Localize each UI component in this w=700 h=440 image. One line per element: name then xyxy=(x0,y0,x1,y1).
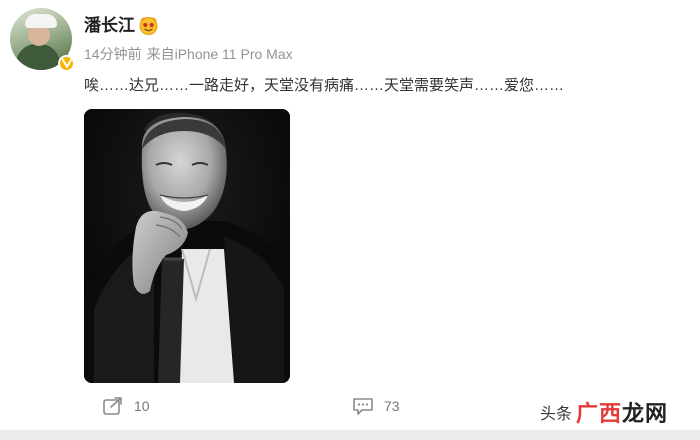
verified-badge-icon xyxy=(58,55,75,72)
post-text: 唉……达兄……一路走好，天堂没有病痛……天堂需要笑声……爱您…… xyxy=(84,77,565,94)
watermark: 头条 广西龙网 xyxy=(540,402,668,427)
source-prefix: 来自 xyxy=(146,46,175,62)
comment-count: 73 xyxy=(384,398,400,414)
repost-button[interactable]: 10 xyxy=(102,396,150,416)
share-icon xyxy=(103,397,122,415)
watermark-brand-red: 广西 xyxy=(576,401,623,426)
comment-button[interactable]: 73 xyxy=(352,396,400,416)
author-avatar[interactable] xyxy=(10,8,75,72)
post-meta: 14分钟前 来自iPhone 11 Pro Max xyxy=(84,46,293,62)
repost-count: 10 xyxy=(134,398,150,414)
post-time[interactable]: 14分钟前 xyxy=(84,46,142,62)
watermark-source: 头条 xyxy=(540,406,573,423)
portrait-image xyxy=(84,109,290,383)
watermark-brand-black: 龙网 xyxy=(622,401,669,426)
author-name[interactable]: 潘长江 xyxy=(84,16,135,36)
comment-icon xyxy=(353,398,373,415)
gold-face-badge-icon xyxy=(139,17,158,35)
bottom-divider xyxy=(0,430,700,440)
post-photo[interactable] xyxy=(84,109,290,383)
source-device[interactable]: iPhone 11 Pro Max xyxy=(175,46,293,62)
